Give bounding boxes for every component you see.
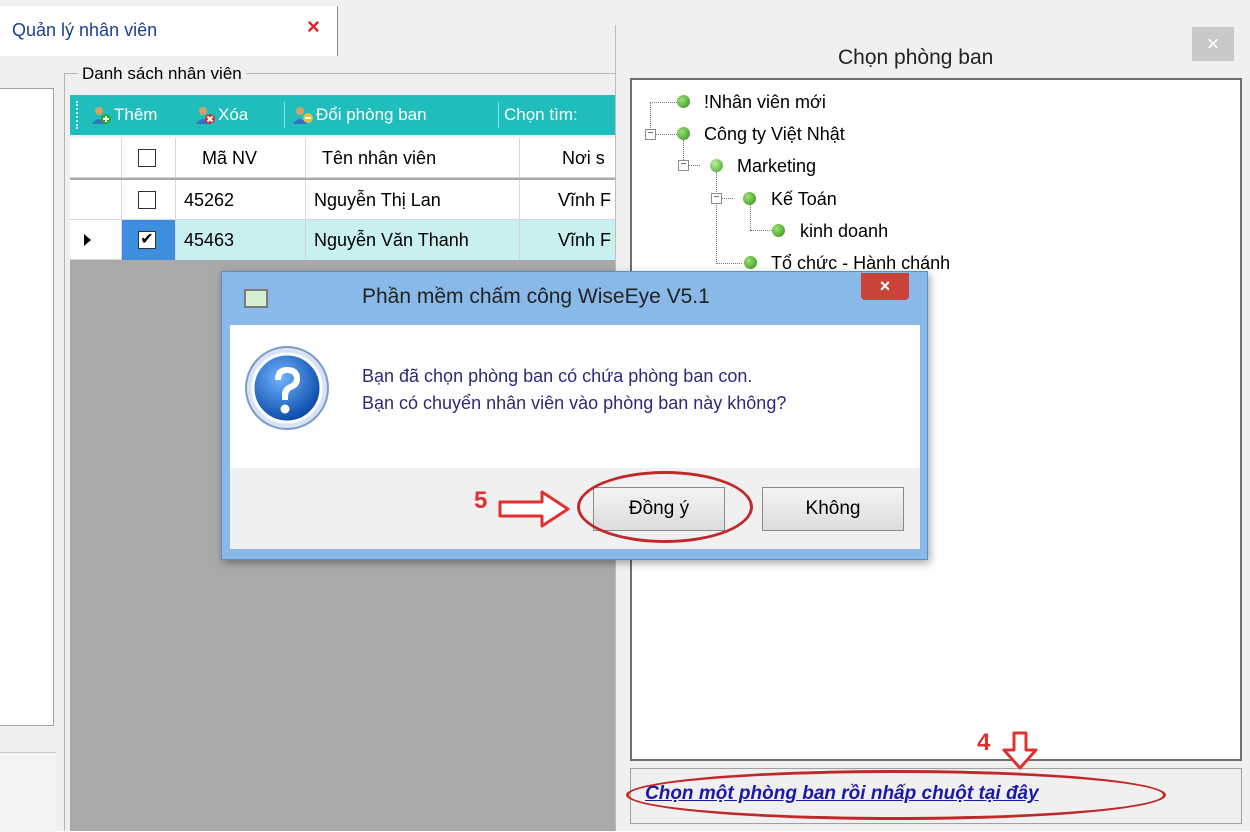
confirm-message-line-1: Bạn đã chọn phòng ban có chứa phòng ban … [362,366,753,386]
tree-node-marketing[interactable]: Marketing [737,155,816,177]
department-node-icon [743,192,756,205]
tree-node-new-employees[interactable]: !Nhân viên mới [704,91,826,113]
row-checkbox[interactable] [138,191,156,209]
row-header-cell[interactable] [70,180,122,220]
tree-line [721,198,733,199]
table-row[interactable]: 45262 Nguyễn Thị Lan Vĩnh F [70,180,630,220]
tree-line [650,102,677,103]
delete-user-icon[interactable] [194,104,216,126]
row-checkbox-checked[interactable]: ✔ [138,231,156,249]
collapse-icon[interactable]: − [711,193,722,204]
employee-id: 45463 [176,220,306,260]
select-all-checkbox[interactable] [138,149,156,167]
department-node-icon [677,95,690,108]
confirm-message-line-2: Bạn có chuyển nhân viên vào phòng ban nà… [362,393,787,413]
tab-title[interactable]: Quản lý nhân viên [12,20,157,41]
employee-name: Nguyễn Văn Thanh [306,220,520,260]
tree-node-business[interactable]: kinh doanh [800,220,888,242]
department-node-icon [677,127,690,140]
tree-line [750,204,751,230]
select-all-cell[interactable] [122,138,176,178]
change-department-icon[interactable] [292,104,314,126]
department-node-icon [744,256,757,269]
employee-place: Vĩnh F [558,190,612,210]
tab-close-icon[interactable]: × [307,14,320,40]
tree-line [750,230,772,231]
department-node-icon [772,224,785,237]
left-panel [0,88,54,726]
app-icon [244,289,268,308]
confirm-dialog-title: Phần mềm chấm công WiseEye V5.1 [362,285,710,308]
row-header-cell[interactable] [70,220,122,260]
tree-node-accounting[interactable]: Kế Toán [771,188,837,210]
tree-line [716,172,717,264]
search-label[interactable]: Chọn tìm: [504,105,578,125]
add-button[interactable]: Thêm [114,105,157,125]
select-cell[interactable]: ✔ [122,220,176,260]
confirm-dialog-close-icon[interactable]: × [861,273,909,300]
employee-place: Vĩnh F [520,220,630,260]
annotation-step-4: 4 [977,729,991,756]
tree-line [716,263,742,264]
toolbar-separator [284,102,285,128]
collapse-icon[interactable]: − [645,129,656,140]
row-header-cell [70,138,122,178]
employee-list-title: Danh sách nhân viên [78,64,246,84]
tree-node-company[interactable]: Công ty Việt Nhật [704,123,845,145]
employee-toolbar: Thêm Xóa Đổi phòng ban Chọn tìm: [70,95,630,135]
employee-name: Nguyễn Thị Lan [306,180,520,220]
tree-line [688,165,700,166]
question-icon [245,346,329,430]
annotation-arrow-right-icon [498,490,570,528]
column-header-name[interactable]: Tên nhân viên [306,138,520,178]
table-row[interactable]: ✔ 45463 Nguyễn Văn Thanh Vĩnh F [70,220,630,260]
delete-button[interactable]: Xóa [218,105,248,125]
add-user-icon[interactable] [90,104,112,126]
no-button[interactable]: Không [762,487,904,531]
department-dialog-title: Chọn phòng ban [838,46,994,69]
column-header-id[interactable]: Mã NV [176,138,306,178]
collapse-icon[interactable]: − [678,160,689,171]
annotation-step-5: 5 [474,487,488,514]
department-dialog-close-icon[interactable]: × [1192,27,1234,61]
tree-line [655,134,677,135]
toolbar-grip [76,101,80,129]
left-panel-lower [0,752,56,832]
column-header-place[interactable]: Nơi s [520,138,630,178]
annotation-ellipse [577,471,753,543]
annotation-arrow-down-icon [1002,731,1038,770]
select-cell[interactable] [122,180,176,220]
toolbar-separator [498,102,499,128]
department-check-icon [710,159,723,172]
employee-id: 45262 [176,180,306,220]
change-department-button[interactable]: Đổi phòng ban [316,105,427,125]
grid-header-row: Mã NV Tên nhân viên Nơi s [70,138,630,178]
current-row-arrow-icon [84,234,91,246]
annotation-ellipse [626,770,1166,820]
